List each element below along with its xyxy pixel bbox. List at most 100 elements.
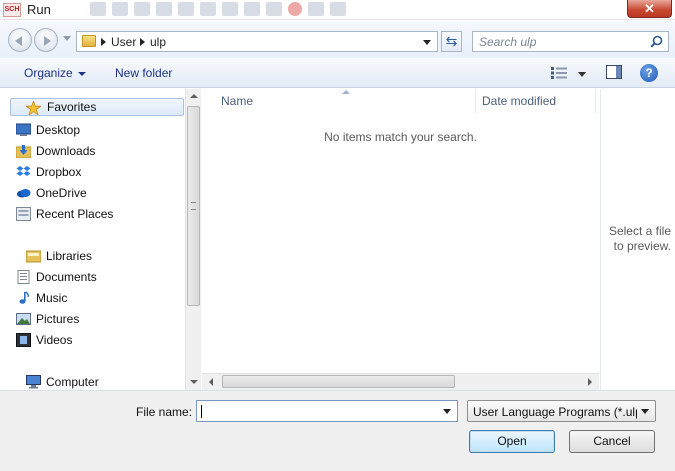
- toolbar-icon: [112, 2, 128, 16]
- nav-item-label: Music: [36, 291, 68, 305]
- title-bar: SCH Run ✕: [0, 0, 675, 20]
- text-caret: [201, 405, 202, 418]
- scroll-thumb[interactable]: [187, 106, 200, 306]
- toolbar-icon: [330, 2, 346, 16]
- cancel-button[interactable]: Cancel: [569, 430, 655, 453]
- libraries-icon: [26, 250, 41, 263]
- scroll-left-icon[interactable]: [209, 378, 213, 386]
- nav-item-label: Recent Places: [36, 207, 114, 221]
- file-type-value: User Language Programs (*.ulp: [473, 405, 637, 419]
- file-list[interactable]: Name Date modified No items match your s…: [202, 89, 599, 390]
- nav-item-documents[interactable]: Documents: [17, 268, 97, 286]
- videos-icon: [16, 333, 31, 347]
- toolbar-icon: [200, 2, 216, 16]
- column-divider[interactable]: [595, 89, 596, 113]
- sort-ascending-icon: [342, 90, 350, 94]
- nav-item-label: Documents: [36, 270, 97, 284]
- nav-item-recent-places[interactable]: Recent Places: [16, 205, 114, 223]
- file-list-horizontal-scrollbar[interactable]: [202, 373, 599, 390]
- nav-favorites-label: Favorites: [47, 100, 97, 114]
- toolbar-icon: [244, 2, 260, 16]
- toolbar-icon: [308, 2, 324, 16]
- preview-pane-toggle-icon[interactable]: [606, 65, 622, 79]
- address-history-dropdown[interactable]: [423, 40, 431, 45]
- file-name-input[interactable]: [203, 403, 433, 419]
- file-type-select[interactable]: User Language Programs (*.ulp: [467, 400, 656, 422]
- open-button[interactable]: Open: [469, 430, 555, 453]
- toolbar-icon: [90, 2, 106, 16]
- window-title: Run: [27, 2, 51, 17]
- toolbar-icon: [178, 2, 194, 16]
- forward-button[interactable]: [34, 28, 58, 52]
- nav-scrollbar[interactable]: [185, 89, 201, 390]
- scroll-right-icon[interactable]: [588, 378, 592, 386]
- file-name-field[interactable]: [196, 400, 458, 422]
- nav-item-desktop[interactable]: Desktop: [16, 121, 81, 139]
- music-icon: [19, 291, 29, 304]
- toolbar-icon: [222, 2, 238, 16]
- app-icon: SCH: [3, 3, 21, 17]
- chevron-down-icon: [641, 409, 649, 414]
- back-button[interactable]: [8, 28, 32, 52]
- new-folder-button[interactable]: New folder: [115, 66, 172, 80]
- navigation-pane: Favorites Desktop Downloads Dropbox OneD…: [0, 89, 201, 390]
- command-bar: Organize New folder ?: [0, 58, 675, 88]
- nav-item-label: Downloads: [36, 144, 96, 158]
- scroll-up-icon[interactable]: [190, 94, 198, 98]
- column-header-name[interactable]: Name: [221, 94, 253, 108]
- nav-item-downloads[interactable]: Downloads: [16, 142, 96, 160]
- file-name-label: File name:: [136, 405, 193, 419]
- view-options-icon[interactable]: [551, 67, 567, 79]
- nav-libraries-label: Libraries: [46, 249, 93, 263]
- preview-message: Select a file to preview.: [608, 224, 671, 253]
- address-row: User ulp ⇆ Search ulp: [0, 21, 675, 58]
- empty-message: No items match your search.: [324, 130, 477, 144]
- organize-label: Organize: [24, 66, 73, 80]
- file-name-dropdown-icon[interactable]: [443, 409, 451, 414]
- nav-computer[interactable]: Computer: [26, 373, 99, 391]
- organize-button[interactable]: Organize: [24, 66, 86, 80]
- breadcrumb-user[interactable]: User: [111, 35, 136, 49]
- nav-item-label: Videos: [36, 333, 73, 347]
- toolbar-icon: [266, 2, 282, 16]
- search-placeholder: Search ulp: [479, 35, 537, 49]
- nav-computer-label: Computer: [46, 375, 99, 389]
- desktop-icon: [16, 123, 31, 136]
- search-icon[interactable]: [650, 35, 663, 48]
- column-divider[interactable]: [475, 89, 476, 113]
- recent-places-icon: [16, 207, 31, 221]
- pictures-icon: [16, 313, 31, 325]
- background-toolbar: [90, 2, 346, 18]
- scroll-thumb[interactable]: [222, 375, 455, 388]
- nav-item-music[interactable]: Music: [19, 289, 68, 307]
- scroll-down-icon[interactable]: [190, 380, 198, 384]
- help-icon[interactable]: ?: [640, 64, 658, 82]
- recent-locations-dropdown[interactable]: [63, 36, 71, 41]
- breadcrumb-arrow-icon[interactable]: [140, 38, 145, 46]
- nav-item-dropbox[interactable]: Dropbox: [16, 163, 82, 181]
- onedrive-icon: [17, 189, 31, 198]
- nav-item-videos[interactable]: Videos: [16, 331, 73, 349]
- nav-item-pictures[interactable]: Pictures: [16, 310, 80, 328]
- nav-item-label: Desktop: [36, 123, 81, 137]
- nav-item-onedrive[interactable]: OneDrive: [17, 184, 87, 202]
- folder-icon: [82, 35, 96, 47]
- close-button[interactable]: ✕: [627, 0, 672, 18]
- view-dropdown-icon[interactable]: [578, 72, 586, 77]
- nav-item-label: Pictures: [36, 312, 80, 326]
- refresh-button[interactable]: ⇆: [441, 31, 462, 52]
- breadcrumb-arrow-icon[interactable]: [101, 38, 106, 46]
- nav-item-label: Dropbox: [36, 165, 82, 179]
- preview-pane: Select a file to preview.: [600, 89, 675, 390]
- search-input[interactable]: Search ulp: [472, 31, 669, 52]
- breadcrumb-ulp[interactable]: ulp: [150, 35, 166, 49]
- toolbar-icon: [134, 2, 150, 16]
- nav-favorites[interactable]: Favorites: [10, 98, 184, 116]
- star-icon: [26, 101, 41, 115]
- chevron-down-icon: [77, 71, 86, 76]
- toolbar-icon: [156, 2, 172, 16]
- dropbox-icon: [16, 166, 31, 176]
- nav-libraries[interactable]: Libraries: [26, 247, 93, 265]
- address-bar[interactable]: User ulp: [76, 31, 438, 52]
- column-header-date-modified[interactable]: Date modified: [482, 94, 556, 108]
